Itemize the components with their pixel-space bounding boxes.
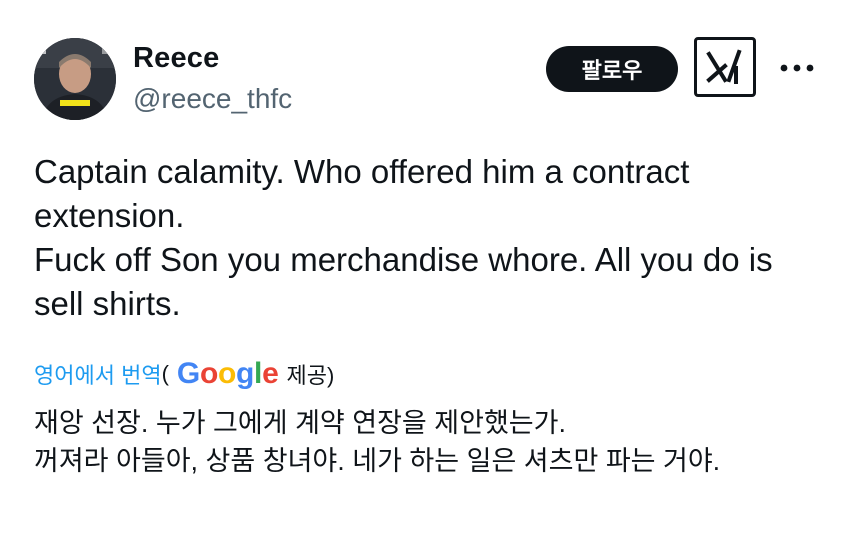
grok-icon: [706, 49, 742, 84]
google-logo: Google: [177, 357, 279, 391]
user-handle[interactable]: @reece_thfc: [133, 80, 292, 118]
google-letter: g: [236, 357, 255, 390]
translate-suffix: 제공): [286, 363, 335, 388]
avatar[interactable]: [34, 38, 116, 120]
translate-link[interactable]: 영어에서 번역: [34, 358, 162, 390]
more-dots-icon: [780, 64, 814, 72]
display-name[interactable]: Reece: [133, 38, 219, 78]
google-letter: o: [199, 357, 218, 390]
follow-button[interactable]: 팔로우: [546, 46, 678, 92]
tweet-text-line: Captain calamity. Who offered him a cont…: [34, 153, 690, 234]
tweet-text: Captain calamity. Who offered him a cont…: [34, 150, 824, 326]
translated-text-line: 꺼져라 아들아, 상품 창녀야. 네가 하는 일은 셔츠만 파는 거야.: [34, 446, 721, 476]
google-letter: G: [176, 357, 200, 390]
google-letter: l: [254, 357, 263, 390]
more-options-button[interactable]: [778, 56, 816, 80]
tweet-text-line: Fuck off Son you merchandise whore. All …: [34, 241, 773, 322]
grok-button[interactable]: [694, 37, 756, 97]
translated-text: 재앙 선장. 누가 그에게 계약 연장을 제안했는가. 꺼져라 아들아, 상품 …: [34, 404, 824, 480]
person-avatar-icon: [34, 38, 116, 120]
google-letter: o: [217, 357, 236, 390]
translation-attribution: 영어에서 번역 ( Google 제공): [34, 356, 334, 392]
open-paren: (: [161, 361, 169, 386]
google-letter: e: [262, 357, 279, 390]
translated-text-line: 재앙 선장. 누가 그에게 계약 연장을 제안했는가.: [34, 408, 566, 438]
